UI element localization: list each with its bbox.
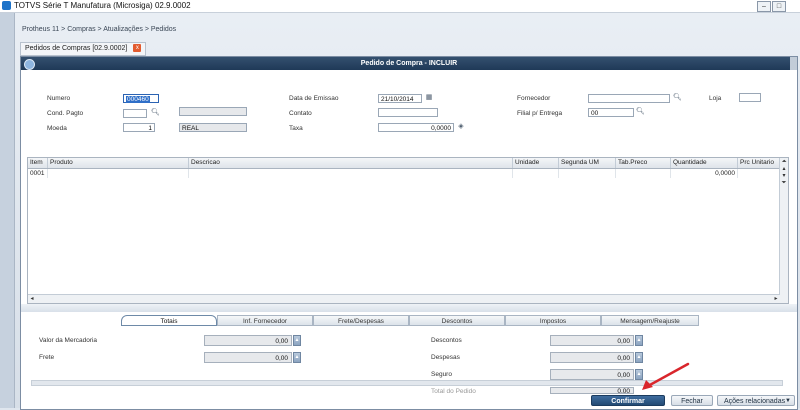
loja-label: Loja	[709, 95, 722, 102]
column-header-quantidade[interactable]: Quantidade	[671, 158, 738, 168]
filial-entrega-label: Filial p/ Entrega	[517, 110, 563, 117]
cond-pagto-description	[179, 107, 247, 116]
numero-input[interactable]: 000460	[123, 94, 159, 103]
despesas-label: Despesas	[431, 354, 460, 361]
valor-mercadoria-label: Valor da Mercadoria	[39, 337, 98, 344]
annotation-arrow	[642, 362, 690, 390]
grid-horizontal-scrollbar[interactable]: ◂ ▸	[28, 294, 780, 303]
cell-item[interactable]: 0001	[28, 169, 48, 178]
scroll-top-icon[interactable]: ⏶	[780, 159, 788, 165]
tab-frete-despesas[interactable]: Frete/Despesas	[313, 315, 409, 326]
taxa-input[interactable]: 0,0000	[378, 123, 454, 132]
spin-icon[interactable]: ▲	[293, 335, 301, 346]
calendar-icon[interactable]: ▦	[425, 94, 433, 102]
column-header-tab-preco[interactable]: Tab.Preco	[616, 158, 671, 168]
folder-tabs: Totais Inf. Fornecedor Frete/Despesas De…	[121, 315, 699, 326]
frete-value: 0,00	[204, 352, 292, 363]
data-emissao-input[interactable]: 21/10/2014	[378, 94, 422, 103]
items-grid[interactable]: Item Produto Descricao Unidade Segunda U…	[27, 157, 789, 304]
calculator-icon[interactable]: ◈	[457, 123, 465, 131]
tab-descontos[interactable]: Descontos	[409, 315, 505, 326]
dialog-scroll-handle[interactable]	[790, 57, 797, 70]
cell-segunda-um[interactable]	[559, 169, 616, 178]
fornecedor-label: Fornecedor	[517, 95, 551, 102]
close-icon[interactable]: x	[133, 44, 142, 53]
numero-label: Numero	[47, 95, 71, 102]
tab-label: Pedidos de Compras [02.9.0002]	[25, 45, 128, 52]
side-collapse-bar[interactable]	[0, 13, 15, 408]
frete-label: Frete	[39, 354, 55, 361]
tab-mensagem-reajuste[interactable]: Mensagem/Reajuste	[601, 315, 699, 326]
cond-pagto-label: Cond. Pagto	[47, 110, 84, 117]
tab-inf-fornecedor[interactable]: Inf. Fornecedor	[217, 315, 313, 326]
window-title: TOTVS Série T Manufatura (Microsiga) 02.…	[14, 1, 191, 10]
scroll-bottom-icon[interactable]: ⏷	[780, 180, 788, 186]
cell-quantidade[interactable]: 0,0000	[671, 169, 738, 178]
dropdown-arrow-icon: ▼	[785, 398, 791, 404]
column-header-segunda-um[interactable]: Segunda UM	[559, 158, 616, 168]
data-emissao-label: Data de Emissao	[289, 95, 339, 102]
contato-label: Contato	[289, 110, 312, 117]
cond-pagto-input[interactable]	[123, 109, 147, 118]
descontos-value: 0,00	[550, 335, 634, 346]
fornecedor-input[interactable]	[588, 94, 670, 103]
dialog-title: Pedido de Compra - INCLUIR	[21, 57, 797, 70]
column-header-produto[interactable]: Produto	[48, 158, 189, 168]
maximize-button[interactable]: □	[772, 1, 786, 12]
moeda-input[interactable]: 1	[123, 123, 155, 132]
cell-prc-unitario[interactable]	[738, 169, 780, 178]
minimize-button[interactable]: –	[757, 1, 771, 12]
moeda-description: REAL	[179, 123, 247, 132]
related-actions-label: Ações relacionadas	[724, 398, 786, 405]
valor-mercadoria-value: 0,00	[204, 335, 292, 346]
spin-icon[interactable]: ▲	[293, 352, 301, 363]
breadcrumb: Protheus 11 > Compras > Atualizações > P…	[22, 26, 177, 33]
scroll-right-icon[interactable]: ▸	[772, 295, 780, 303]
taxa-label: Taxa	[289, 125, 303, 132]
spin-icon[interactable]: ▲	[635, 335, 643, 346]
grid-vertical-scrollbar[interactable]: ⏶ ▴ ▾ ⏷	[779, 158, 788, 303]
scroll-down-icon[interactable]: ▾	[780, 173, 788, 179]
related-actions-button[interactable]: Ações relacionadas ▼	[717, 395, 795, 406]
column-header-unidade[interactable]: Unidade	[513, 158, 559, 168]
moeda-label: Moeda	[47, 125, 67, 132]
scroll-up-icon[interactable]: ▴	[780, 166, 788, 172]
column-header-prc-unitario[interactable]: Prc Unitario	[738, 158, 780, 168]
tab-pedidos-compras[interactable]: Pedidos de Compras [02.9.0002] x	[20, 42, 147, 56]
purchase-order-dialog: Pedido de Compra - INCLUIR Numero 000460…	[20, 56, 798, 410]
loja-input[interactable]	[739, 93, 761, 102]
filial-entrega-input[interactable]: 00	[588, 108, 634, 117]
search-icon[interactable]: 🔍︎	[636, 108, 645, 116]
cell-descricao[interactable]	[189, 169, 513, 178]
tab-impostos[interactable]: Impostos	[505, 315, 601, 326]
panel-splitter[interactable]	[21, 304, 797, 312]
app-icon	[2, 1, 11, 10]
seguro-label: Seguro	[431, 371, 452, 378]
grid-header: Item Produto Descricao Unidade Segunda U…	[28, 158, 788, 169]
cell-produto[interactable]	[48, 169, 189, 178]
column-header-descricao[interactable]: Descricao	[189, 158, 513, 168]
contato-input[interactable]	[378, 108, 438, 117]
window-title-bar: TOTVS Série T Manufatura (Microsiga) 02.…	[0, 0, 800, 13]
cell-tab-preco[interactable]	[616, 169, 671, 178]
dialog-icon	[24, 59, 35, 70]
scroll-left-icon[interactable]: ◂	[28, 295, 36, 303]
search-icon[interactable]: 🔍︎	[151, 109, 160, 117]
search-icon[interactable]: 🔍︎	[673, 94, 682, 102]
cell-unidade[interactable]	[513, 169, 559, 178]
tab-totais[interactable]: Totais	[121, 315, 217, 326]
column-header-item[interactable]: Item	[28, 158, 48, 168]
total-pedido-label: Total do Pedido	[431, 388, 476, 395]
descontos-label: Descontos	[431, 337, 462, 344]
